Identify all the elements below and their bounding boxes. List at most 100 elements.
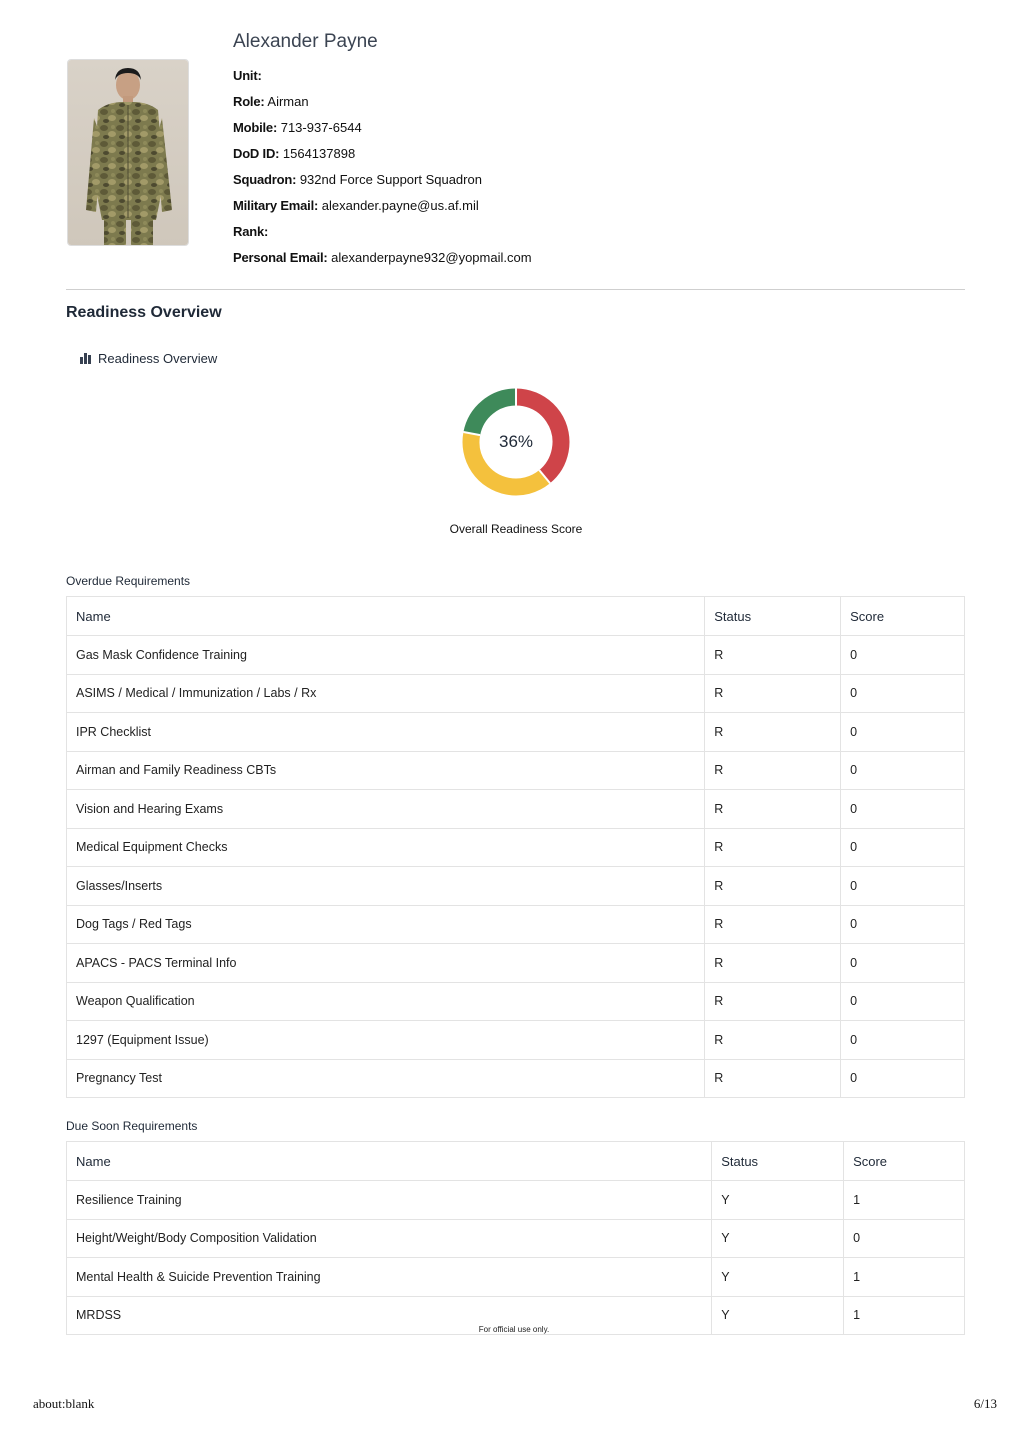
status-cell: R xyxy=(704,750,842,790)
table-row: IPR Checklist R 0 xyxy=(65,712,965,752)
field-label: Rank: xyxy=(233,224,269,239)
readiness-subheading-label: Readiness Overview xyxy=(98,351,218,366)
field-label: Military Email: xyxy=(233,198,319,213)
status-cell: Y xyxy=(711,1180,845,1220)
status-cell: R xyxy=(704,673,842,713)
requirement-name-cell: Vision and Hearing Exams xyxy=(65,789,706,829)
readiness-score-caption: Overall Readiness Score xyxy=(449,522,583,536)
score-cell: 0 xyxy=(840,712,965,752)
profile-name: Alexander Payne xyxy=(233,31,378,52)
due-soon-requirements-table: Name Status Score Resilience Training Y 1 H… xyxy=(65,1141,965,1335)
score-cell: 0 xyxy=(840,635,965,675)
requirement-name-cell: Pregnancy Test xyxy=(65,1058,706,1098)
score-cell: 0 xyxy=(840,866,965,906)
field-unit: Unit: xyxy=(233,63,532,89)
table-row: APACS - PACS Terminal Info R 0 xyxy=(65,943,965,983)
field-label: Unit: xyxy=(233,68,262,83)
field-value: 713-937-6544 xyxy=(280,120,362,135)
status-cell: R xyxy=(704,943,842,983)
table-row: Vision and Hearing Exams R 0 xyxy=(65,789,965,829)
score-cell: 0 xyxy=(840,1058,965,1098)
table-row: Weapon Qualification R 0 xyxy=(65,981,965,1021)
score-cell: 0 xyxy=(840,904,965,944)
score-cell: 0 xyxy=(840,827,965,867)
bar-chart-icon xyxy=(80,353,91,364)
requirement-name-cell: Gas Mask Confidence Training xyxy=(65,635,706,675)
profile-header: Alexander Payne Unit: Role: Airman Mobil… xyxy=(66,30,965,274)
requirement-name-cell: Airman and Family Readiness CBTs xyxy=(65,750,706,790)
readiness-subheading: Readiness Overview xyxy=(80,351,217,366)
field-military-email: Military Email: alexander.payne@us.af.mi… xyxy=(233,193,532,219)
field-dod-id: DoD ID: 1564137898 xyxy=(233,141,532,167)
requirement-name-cell: Height/Weight/Body Composition Validatio… xyxy=(65,1218,713,1258)
page-number: 6/13 xyxy=(973,1396,997,1411)
requirement-name-cell: Weapon Qualification xyxy=(65,981,706,1021)
table-header-row: Name Status Score xyxy=(65,596,965,636)
requirement-name-cell: 1297 (Equipment Issue) xyxy=(65,1020,706,1060)
readiness-section-title: Readiness Overview xyxy=(66,304,222,321)
table-row: Glasses/Inserts R 0 xyxy=(65,866,965,906)
profile-photo xyxy=(67,59,189,246)
table-row: Airman and Family Readiness CBTs R 0 xyxy=(65,750,965,790)
overdue-table-label: Overdue Requirements xyxy=(66,574,191,588)
field-value: alexander.payne@us.af.mil xyxy=(321,198,479,213)
soldier-portrait-image xyxy=(68,60,188,245)
readiness-score-value: 36% xyxy=(498,432,534,451)
field-label: DoD ID: xyxy=(233,146,280,161)
field-label: Personal Email: xyxy=(233,250,328,265)
profile-info: Alexander Payne Unit: Role: Airman Mobil… xyxy=(233,30,532,271)
score-cell: 0 xyxy=(840,673,965,713)
status-cell: R xyxy=(704,712,842,752)
field-squadron: Squadron: 932nd Force Support Squadron xyxy=(233,167,532,193)
score-cell: 0 xyxy=(840,789,965,829)
table-row: Medical Equipment Checks R 0 xyxy=(65,827,965,867)
field-label: Squadron: xyxy=(233,172,297,187)
column-header-score: Score xyxy=(843,1141,965,1181)
table-row: ASIMS / Medical / Immunization / Labs / … xyxy=(65,673,965,713)
score-cell: 0 xyxy=(843,1218,965,1258)
table-row: Pregnancy Test R 0 xyxy=(65,1058,965,1098)
field-label: Role: xyxy=(233,94,265,109)
field-mobile: Mobile: 713-937-6544 xyxy=(233,115,532,141)
field-value: 932nd Force Support Squadron xyxy=(299,172,482,187)
column-header-status: Status xyxy=(711,1141,845,1181)
status-cell: R xyxy=(704,789,842,829)
table-row: Gas Mask Confidence Training R 0 xyxy=(65,635,965,675)
score-cell: 0 xyxy=(840,943,965,983)
score-cell: 1 xyxy=(843,1180,965,1220)
table-row: Resilience Training Y 1 xyxy=(65,1180,965,1220)
requirement-name-cell: Mental Health & Suicide Prevention Train… xyxy=(65,1257,713,1297)
requirement-name-cell: Resilience Training xyxy=(65,1180,713,1220)
table-row: Mental Health & Suicide Prevention Train… xyxy=(65,1257,965,1297)
field-value: 1564137898 xyxy=(282,146,356,161)
requirement-name-cell: Dog Tags / Red Tags xyxy=(65,904,706,944)
score-cell: 1 xyxy=(843,1257,965,1297)
table-header-row: Name Status Score xyxy=(65,1141,965,1181)
requirement-name-cell: ASIMS / Medical / Immunization / Labs / … xyxy=(65,673,706,713)
section-divider xyxy=(66,289,965,290)
score-cell: 0 xyxy=(840,750,965,790)
table-row: 1297 (Equipment Issue) R 0 xyxy=(65,1020,965,1060)
status-cell: R xyxy=(704,981,842,1021)
requirement-name-cell: IPR Checklist xyxy=(65,712,706,752)
due-soon-table-label: Due Soon Requirements xyxy=(66,1119,198,1133)
requirement-name-cell: Medical Equipment Checks xyxy=(65,827,706,867)
table-row: Height/Weight/Body Composition Validatio… xyxy=(65,1218,965,1258)
column-header-name: Name xyxy=(65,596,706,636)
status-cell: Y xyxy=(711,1218,845,1258)
field-value: alexanderpayne932@yopmail.com xyxy=(331,250,532,265)
requirement-name-cell: Glasses/Inserts xyxy=(65,866,706,906)
confidentiality-note: For official use only. xyxy=(478,1325,550,1334)
field-role: Role: Airman xyxy=(233,89,532,115)
status-cell: R xyxy=(704,635,842,675)
status-cell: R xyxy=(704,1058,842,1098)
score-cell: 0 xyxy=(840,1020,965,1060)
status-cell: R xyxy=(704,866,842,906)
requirement-name-cell: APACS - PACS Terminal Info xyxy=(65,943,706,983)
field-value: Airman xyxy=(267,94,309,109)
field-personal-email: Personal Email: alexanderpayne932@yopmai… xyxy=(233,245,532,271)
page-url: about:blank xyxy=(33,1396,95,1411)
status-cell: R xyxy=(704,827,842,867)
overdue-requirements-table: Name Status Score Gas Mask Confidence Tr… xyxy=(65,596,965,1098)
status-cell: R xyxy=(704,1020,842,1060)
